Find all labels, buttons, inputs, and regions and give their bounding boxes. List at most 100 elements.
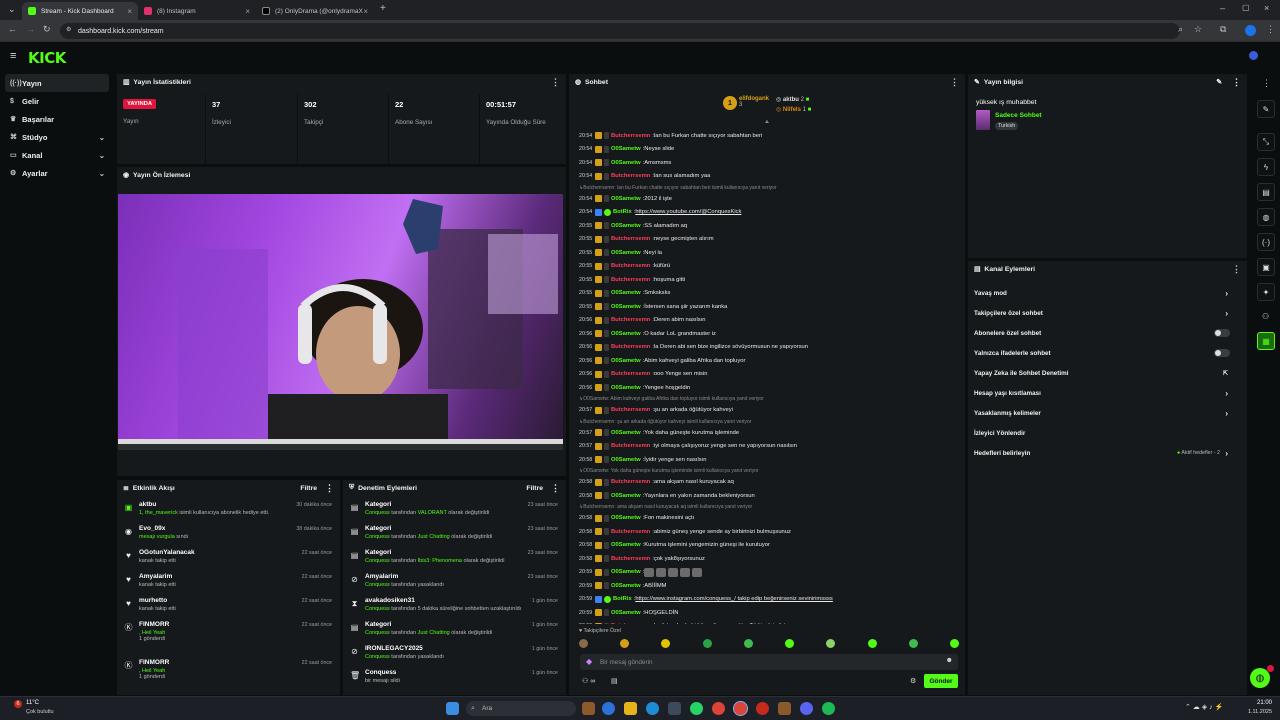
close-tab-icon[interactable]: × [127, 7, 132, 16]
store-icon[interactable] [668, 702, 681, 715]
toggle-switch[interactable] [1214, 329, 1230, 337]
chat-username[interactable]: Butcherrsemn [611, 529, 650, 535]
browser-menu-icon[interactable]: ⋮ [1266, 24, 1275, 35]
channel-action-row[interactable]: Abonelere özel sohbet [968, 323, 1236, 343]
quick-emote-icon[interactable] [949, 639, 959, 648]
chat-username[interactable]: O0Sametw [611, 610, 641, 616]
weather-desc[interactable]: Çok bulutlu [26, 709, 54, 715]
weather-temp[interactable]: 11°C [26, 700, 39, 706]
channel-action-row[interactable]: Yasaklanmış kelimeler › [968, 403, 1236, 423]
sidebar-item-studyo[interactable]: ⌘ Stüdyo ⌄ [5, 128, 109, 146]
chat-message[interactable]: 20:55 O0Sametw: Smksksks [569, 287, 965, 301]
chat-message[interactable]: 20:56 O0Sametw: Abim kahveyi galiba Afrik… [569, 354, 965, 368]
hamburger-menu-icon[interactable]: ≡ [10, 50, 16, 62]
chat-message[interactable]: 20:56 Butcherrsemn: ooo Yenge sen misin [569, 368, 965, 382]
moderator-name[interactable]: Conquess [365, 654, 390, 660]
send-button[interactable]: Gönder [924, 674, 958, 688]
chat-username[interactable]: Butcherrsemn [611, 479, 650, 485]
chat-username[interactable]: O0Sametw [611, 196, 641, 202]
channel-action-row[interactable]: Hedefleri belirleyin ● Aktif hedefler - 2… [968, 443, 1236, 463]
chat-username[interactable]: Butcherrsemn [611, 371, 650, 377]
top-gifter-3[interactable]: ◎ Nilfels 1 ■ [776, 106, 811, 113]
rail-users-icon[interactable]: ⚇ [1262, 312, 1269, 321]
chat-username[interactable]: Butcherrsemn [611, 556, 650, 562]
chat-username[interactable]: Butcherrsemn [611, 173, 650, 179]
spotify-icon[interactable] [822, 702, 835, 715]
edge-icon[interactable] [646, 702, 659, 715]
chat-message[interactable]: 20:59 O0Sametw: HOŞGELDİN [569, 606, 965, 620]
chat-username[interactable]: O0Sametw [611, 146, 641, 152]
sidebar-item-ayarlar[interactable]: ⚙ Ayarlar ⌄ [5, 164, 109, 182]
chat-username[interactable]: Butcherrsemn [611, 236, 650, 242]
chrome-active-icon[interactable] [733, 701, 748, 716]
chat-message[interactable]: 20:58 O0Sametw: Kurutma işlemini yengemiz… [569, 539, 965, 553]
top-gifter-1[interactable]: elifdogank 3 [739, 96, 769, 108]
chat-message[interactable]: 20:58 Butcherrsemn: abimiz güneş yenge se… [569, 525, 965, 539]
more-options-icon[interactable]: ⋮ [551, 483, 560, 494]
chat-message[interactable]: 20:59Butcherrsemn: bu faturalarda bi bit… [569, 620, 965, 624]
chat-message[interactable]: 20:58 O0Sametw: Fon makinesini açtı [569, 512, 965, 526]
profile-avatar[interactable] [1245, 25, 1256, 36]
reload-icon[interactable]: ↻ [43, 24, 51, 35]
chat-username[interactable]: O0Sametw [611, 569, 641, 575]
sidebar-item-basarilar[interactable]: ♛ Başarılar [5, 110, 109, 128]
toggle-switch[interactable] [1214, 349, 1230, 357]
rail-edit-icon[interactable]: ✎ [1257, 100, 1275, 118]
chat-message[interactable]: 20:55 Butcherrsemn: hoşuma gitti [569, 273, 965, 287]
url-input[interactable]: dashboard.kick.com/stream [60, 23, 1180, 39]
taskview-icon[interactable] [582, 702, 595, 715]
chat-username[interactable]: O0Sametw [611, 457, 641, 463]
quick-emote-icon[interactable] [743, 639, 753, 648]
chat-message[interactable]: 20:55 O0Sametw: İstersen sana şiir yazarı… [569, 300, 965, 314]
chat-message[interactable]: 20:58 Butcherrsemn: ama akşam nasıl kuruy… [569, 476, 965, 490]
chat-username[interactable]: Butcherrsemn [611, 277, 650, 283]
chat-username[interactable]: Butcherrsemn [611, 344, 650, 350]
extensions-icon[interactable]: ⧉ [1220, 24, 1226, 35]
maximize-icon[interactable]: ▢ [1242, 3, 1250, 12]
chat-message[interactable]: 20:56 Butcherrsemn: Deren abim nasılsın [569, 314, 965, 328]
chat-message[interactable]: 20:57 Butcherrsemn: iyi olmaya çalışıyoru… [569, 440, 965, 454]
rail-broadcast-icon[interactable]: (·) [1257, 233, 1275, 251]
rail-monitor-icon[interactable]: ▣ [1257, 258, 1275, 276]
channel-action-row[interactable]: İzleyici Yönlendir [968, 423, 1236, 443]
quick-emote-icon[interactable] [661, 639, 671, 648]
chat-message[interactable]: 20:58 O0Sametw: İyidir yenge sen nasılsın [569, 453, 965, 467]
chat-username[interactable]: O0Sametw [611, 493, 641, 499]
rail-document-icon[interactable]: ▤ [1257, 183, 1275, 201]
chrome-icon[interactable] [712, 702, 725, 715]
app-red-icon[interactable] [756, 702, 769, 715]
chat-username[interactable]: BotRix [613, 209, 632, 215]
chat-message[interactable]: 20:55 O0Sametw: Neyi la [569, 246, 965, 260]
chat-message[interactable]: 20:59 BotRix: https://www.instagram.com/c… [569, 593, 965, 607]
channel-action-row[interactable]: Yalnızca ifadelerle sohbet [968, 343, 1236, 363]
rail-add-widget-icon[interactable]: ▦ [1257, 332, 1275, 350]
quick-emote-icon[interactable] [908, 639, 918, 648]
rail-chat-icon[interactable]: ◍ [1257, 208, 1275, 226]
chat-username[interactable]: Butcherrsemn [611, 443, 650, 449]
chat-message[interactable]: 20:54 BotRix: https://www.youtube.com/@Co… [569, 206, 965, 220]
chat-message[interactable]: 20:59O0Sametw: [569, 566, 965, 580]
chat-username[interactable]: O0Sametw [611, 515, 641, 521]
quick-emote-icon[interactable] [702, 639, 712, 648]
chat-username[interactable]: Butcherrsemn [611, 317, 650, 323]
moderator-name[interactable]: Conquess [365, 558, 390, 564]
quick-emote-icon[interactable] [867, 639, 877, 648]
chat-message[interactable]: 20:54 O0Sametw: 2012 il işte [569, 192, 965, 206]
chat-message[interactable]: 20:54 Butcherrsemn: lan bu Furkan chatte … [569, 129, 965, 143]
chat-input[interactable]: ◆ Bir mesaj gönderin ☻ [580, 654, 958, 670]
channel-action-row[interactable]: Takipçilere özel sohbet › [968, 303, 1236, 323]
browser-tab-x[interactable]: (2) OnlyDrama (@onlydramaX) × [256, 2, 374, 20]
chat-message[interactable]: 20:54 O0Sametw: Amsmsms [569, 156, 965, 170]
support-chat-button[interactable]: ◍ [1250, 668, 1270, 688]
quick-emote-icon[interactable] [785, 639, 795, 648]
collapse-pinned-icon[interactable]: ⩡ [765, 119, 769, 127]
channel-action-row[interactable]: Yapay Zeka ile Sohbet Denetimi ⇱ [968, 363, 1236, 383]
tab-search-icon[interactable]: ⌄ [8, 4, 16, 15]
moderator-name[interactable]: Conquess [365, 630, 390, 636]
quick-emote-icon[interactable] [826, 639, 836, 648]
category-link[interactable]: Sadece Sohbet [995, 112, 1042, 119]
top-gifter-2[interactable]: ◎ aktbu 2 ■ [776, 96, 809, 103]
zoom-icon[interactable]: ⌕ [1178, 24, 1183, 35]
filter-button[interactable]: Filtre [526, 485, 543, 492]
edit-pencil-icon[interactable]: ✎ [1216, 78, 1222, 86]
